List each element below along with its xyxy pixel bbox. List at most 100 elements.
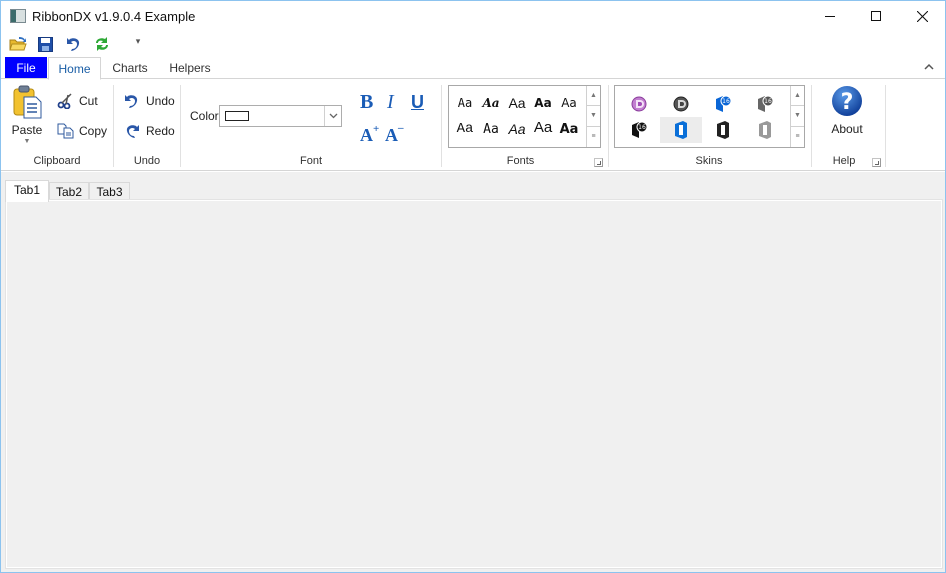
fonts-gallery: Aa Aa Aa Aa Aa Aa Aa Aa Aa Aa ▲ ▼ ≡: [448, 85, 601, 148]
paste-label: Paste: [11, 123, 43, 137]
expand-gallery-icon[interactable]: ≡: [791, 127, 804, 147]
minimize-icon: [825, 15, 835, 17]
quick-access-toolbar: ▾: [1, 32, 201, 56]
paste-button[interactable]: Paste ▼: [7, 85, 47, 145]
window-title: RibbonDX v1.9.0.4 Example: [32, 9, 196, 24]
collapse-ribbon-button[interactable]: [923, 61, 937, 73]
skins-group-label: Skins: [695, 155, 723, 167]
svg-text:16: 16: [722, 98, 730, 105]
tab-helpers[interactable]: Helpers: [162, 57, 218, 79]
font-sample[interactable]: Aa: [556, 91, 582, 115]
help-dialog-launcher-icon[interactable]: [872, 158, 881, 167]
qat-open-button[interactable]: [7, 33, 29, 55]
italic-button[interactable]: I: [387, 92, 394, 112]
maximize-icon: [871, 11, 881, 21]
app-icon: [10, 9, 26, 23]
underline-button[interactable]: U: [411, 92, 424, 112]
close-icon: [916, 10, 928, 22]
scroll-down-icon[interactable]: ▼: [587, 106, 600, 127]
font-sample[interactable]: Aa: [452, 117, 478, 141]
document-tab-2[interactable]: Tab2: [49, 182, 89, 201]
color-label: Color: [190, 109, 219, 123]
scroll-down-icon[interactable]: ▼: [791, 106, 804, 127]
title-bar: RibbonDX v1.9.0.4 Example: [1, 1, 945, 31]
skins-gallery-scrollbar[interactable]: ▲ ▼ ≡: [790, 86, 804, 147]
tab-charts[interactable]: Charts: [105, 57, 155, 79]
undo-button[interactable]: Undo: [123, 92, 175, 110]
skin-office-blue-icon[interactable]: [660, 117, 702, 143]
folder-open-icon: [9, 37, 27, 51]
font-sample[interactable]: Aa: [530, 91, 556, 115]
content-area: Tab1 Tab2 Tab3: [1, 172, 945, 572]
grow-font-button[interactable]: A+: [360, 121, 379, 145]
skin-purple-b-icon[interactable]: [618, 91, 660, 117]
fonts-gallery-scrollbar[interactable]: ▲ ▼ ≡: [586, 86, 600, 147]
expand-gallery-icon[interactable]: ≡: [587, 127, 600, 147]
chevron-down-icon[interactable]: [324, 106, 341, 126]
app-window: RibbonDX v1.9.0.4 Example ▾ File Home Ch…: [0, 0, 946, 573]
scroll-up-icon[interactable]: ▲: [587, 86, 600, 107]
skin-office-black-icon[interactable]: [702, 117, 744, 143]
about-label: About: [831, 122, 863, 136]
fonts-group-label: Fonts: [506, 155, 535, 167]
document-tab-1[interactable]: Tab1: [5, 180, 49, 202]
undo-icon: [67, 38, 80, 51]
redo-button[interactable]: Redo: [123, 122, 175, 140]
close-button[interactable]: [899, 1, 945, 31]
copy-label: Copy: [79, 124, 108, 138]
refresh-icon: [96, 37, 108, 51]
tab-page: [5, 199, 943, 569]
qat-customize-button[interactable]: ▾: [132, 36, 144, 47]
undo-icon: [123, 92, 141, 110]
bold-button[interactable]: B: [360, 92, 373, 112]
scroll-up-icon[interactable]: ▲: [791, 86, 804, 107]
font-sample[interactable]: Aa: [530, 115, 556, 139]
minimize-button[interactable]: [807, 1, 853, 31]
skin-office-gray-icon[interactable]: [744, 117, 786, 143]
svg-text:16: 16: [638, 124, 646, 131]
font-sample[interactable]: Aa: [504, 117, 530, 141]
paste-dropdown-icon: ▼: [23, 138, 31, 145]
font-group-label: Font: [299, 155, 322, 167]
color-combobox[interactable]: [219, 105, 342, 127]
cut-button[interactable]: Cut: [56, 92, 98, 110]
tab-file[interactable]: File: [5, 57, 47, 79]
skin-office16-blue-icon[interactable]: 16: [702, 91, 744, 117]
svg-text:?: ?: [841, 90, 854, 115]
group-separator: [885, 85, 886, 167]
minus-icon: –: [398, 122, 404, 134]
undo-group-label: Undo: [133, 155, 161, 167]
about-button[interactable]: ? About: [827, 85, 867, 136]
ribbon-panel: Paste ▼ Cut Copy Clipboard Undo Redo Und…: [1, 78, 945, 171]
svg-text:16: 16: [764, 98, 772, 105]
skin-dark-b-icon[interactable]: [660, 91, 702, 117]
redo-icon: [123, 122, 141, 140]
fonts-dialog-launcher-icon[interactable]: [594, 158, 603, 167]
color-swatch: [225, 111, 249, 121]
shrink-font-label: A: [385, 125, 398, 145]
skin-office16-black-icon[interactable]: 16: [618, 117, 660, 143]
font-sample[interactable]: Aa: [452, 91, 478, 115]
font-sample[interactable]: Aa: [556, 117, 582, 141]
skin-office16-gray-icon[interactable]: 16: [744, 91, 786, 117]
qat-refresh-button[interactable]: [91, 33, 113, 55]
qat-save-button[interactable]: [34, 33, 56, 55]
copy-button[interactable]: Copy: [56, 122, 107, 140]
skins-gallery: 16 16 16 ▲ ▼ ≡: [614, 85, 805, 148]
grow-font-label: A: [360, 125, 373, 145]
tab-home[interactable]: Home: [48, 57, 101, 80]
font-sample[interactable]: Aa: [478, 117, 504, 141]
undo-label: Undo: [146, 94, 175, 108]
document-tab-3[interactable]: Tab3: [89, 182, 130, 201]
clipboard-group-label: Clipboard: [33, 155, 81, 167]
font-sample[interactable]: Aa: [504, 91, 530, 115]
plus-icon: +: [373, 123, 380, 135]
qat-undo-button[interactable]: [63, 33, 85, 55]
shrink-font-button[interactable]: A–: [385, 121, 404, 145]
copy-icon: [56, 122, 74, 140]
font-sample[interactable]: Aa: [478, 91, 504, 115]
save-icon: [37, 36, 53, 52]
ribbon-tabs: File Home Charts Helpers: [1, 57, 945, 80]
scissors-icon: [56, 92, 74, 110]
maximize-button[interactable]: [853, 1, 899, 31]
